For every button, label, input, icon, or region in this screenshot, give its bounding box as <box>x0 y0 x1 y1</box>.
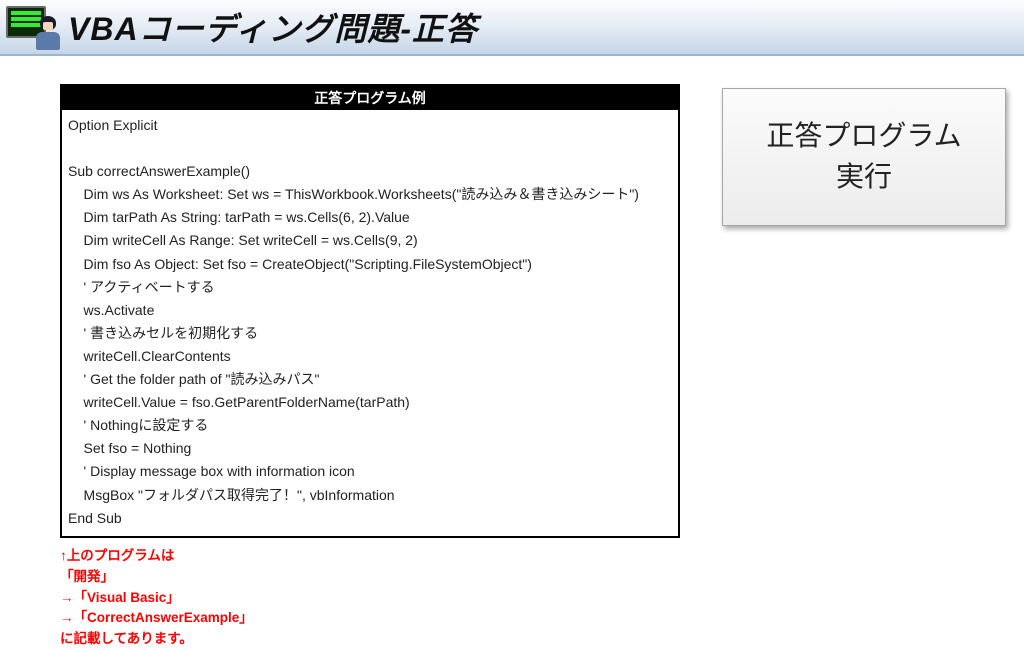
coder-icon <box>6 4 60 50</box>
page-title: VBAコーディング問題-正答 <box>68 4 478 50</box>
code-body: Option Explicit Sub correctAnswerExample… <box>62 110 678 536</box>
notes-text: ↑上のプログラムは 「開発」 →「Visual Basic」 →「Correct… <box>60 546 1024 650</box>
code-header: 正答プログラム例 <box>62 86 678 110</box>
run-answer-button[interactable]: 正答プログラム 実行 <box>722 88 1006 226</box>
title-bar: VBAコーディング問題-正答 <box>0 0 1024 56</box>
code-box: 正答プログラム例 Option Explicit Sub correctAnsw… <box>60 84 680 538</box>
